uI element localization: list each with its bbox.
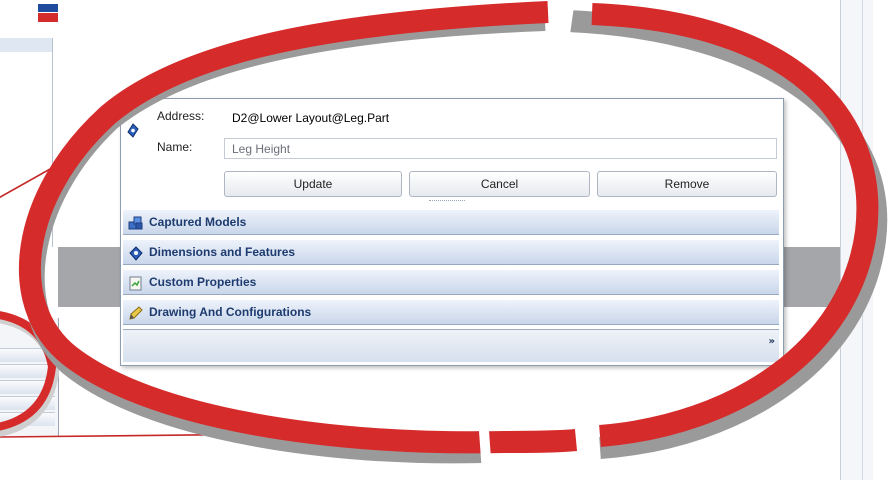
background-toolbar — [0, 38, 53, 52]
dimension-capture-panel: Address: D2@Lower Layout@Leg.Part Name: … — [120, 98, 784, 366]
name-input[interactable]: Leg Height — [224, 138, 777, 159]
section-custom-properties[interactable]: Custom Properties — [123, 269, 779, 295]
remove-button[interactable]: Remove — [597, 171, 777, 197]
section-drawing-configurations[interactable]: Drawing And Configurations — [123, 299, 779, 325]
ring-gap — [557, 0, 575, 41]
name-label: Name: — [157, 140, 193, 154]
section-label: Custom Properties — [149, 275, 257, 289]
section-captured-models[interactable]: Captured Models — [123, 209, 779, 235]
section-label: Captured Models — [149, 215, 247, 229]
background-row — [0, 412, 55, 426]
panel-footer: » — [123, 329, 779, 362]
dimension-icon — [128, 245, 144, 261]
address-label: Address: — [157, 109, 205, 123]
background-divider — [862, 0, 863, 480]
background-row — [0, 380, 55, 394]
ring-gap — [478, 424, 492, 466]
driveworks-logo — [38, 4, 58, 22]
section-dimensions-features[interactable]: Dimensions and Features — [123, 239, 779, 265]
callout-line — [0, 431, 481, 438]
section-label: Dimensions and Features — [149, 245, 296, 259]
background-row — [0, 348, 55, 362]
properties-icon — [128, 275, 144, 291]
address-value: D2@Lower Layout@Leg.Part — [224, 107, 779, 128]
background-lower-pane — [0, 318, 59, 436]
splitter-grip[interactable] — [429, 200, 465, 204]
background-right-pane — [840, 0, 873, 480]
section-label: Drawing And Configurations — [149, 305, 312, 319]
background-tree-pane — [0, 52, 53, 247]
cancel-button[interactable]: Cancel — [409, 171, 590, 197]
update-button[interactable]: Update — [224, 171, 402, 197]
captured-models-icon — [128, 215, 144, 230]
ring-gap — [575, 417, 591, 464]
drawing-icon — [128, 305, 144, 320]
dimension-icon — [126, 123, 140, 139]
background-row — [0, 396, 55, 410]
background-row — [0, 364, 55, 378]
expand-chevron-icon[interactable]: » — [769, 336, 775, 347]
